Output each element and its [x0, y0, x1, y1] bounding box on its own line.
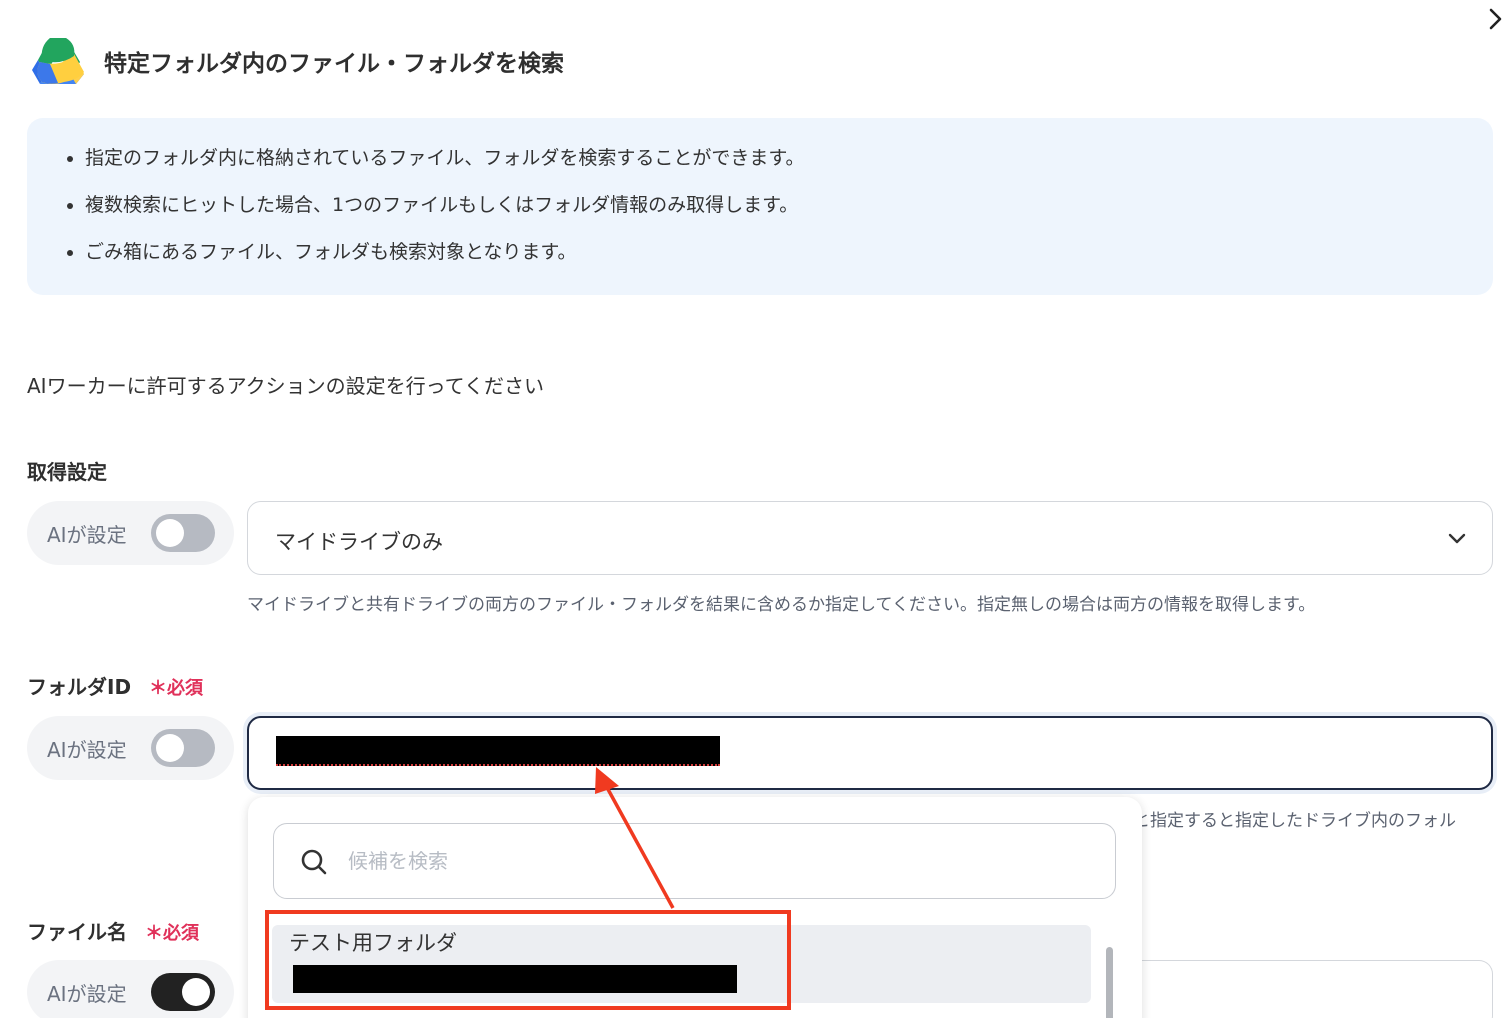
file-name-ai-toggle[interactable] — [151, 973, 215, 1011]
folder-id-ai-toggle[interactable] — [151, 729, 215, 767]
spellcheck-underline — [276, 764, 720, 766]
toggle-knob — [156, 519, 184, 547]
required-badge: ＊必須 — [149, 678, 204, 699]
folder-id-ai-toggle-pill: AIが設定 — [27, 716, 234, 780]
dropdown-scrollbar[interactable] — [1106, 947, 1113, 1018]
info-item: 指定のフォルダ内に格納されているファイル、フォルダを検索することができます。 — [85, 146, 805, 193]
info-item: 複数検索にヒットした場合、1つのファイルもしくはフォルダ情報のみ取得します。 — [85, 193, 805, 240]
acquisition-label: 取得設定 — [27, 460, 107, 484]
dropdown-search — [273, 823, 1116, 899]
file-name-ai-toggle-pill: AIが設定 — [27, 960, 234, 1018]
info-item: ごみ箱にあるファイル、フォルダも検索対象となります。 — [85, 240, 805, 287]
info-box: 指定のフォルダ内に格納されているファイル、フォルダを検索することができます。 複… — [27, 118, 1493, 295]
file-name-label: ファイル名 ＊必須 — [27, 920, 199, 944]
google-drive-logo — [30, 34, 86, 86]
page-title: 特定フォルダ内のファイル・フォルダを検索 — [104, 51, 564, 77]
acquisition-select[interactable]: マイドライブのみ — [247, 501, 1493, 575]
folder-id-help-text: と指定すると指定したドライブ内のフォル — [1133, 811, 1456, 831]
ai-toggle-label: AIが設定 — [47, 982, 127, 1006]
folder-id-label: フォルダID ＊必須 — [27, 675, 204, 699]
ai-toggle-label: AIが設定 — [47, 523, 127, 547]
acquisition-help-text: マイドライブと共有ドライブの両方のファイル・フォルダを結果に含めるか指定してくだ… — [247, 595, 1316, 615]
ai-toggle-label: AIが設定 — [47, 738, 127, 762]
search-icon — [301, 849, 327, 875]
info-list: 指定のフォルダ内に格納されているファイル、フォルダを検索することができます。 複… — [85, 146, 805, 287]
acquisition-ai-toggle[interactable] — [151, 514, 215, 552]
acquisition-selected-value: マイドライブのみ — [275, 530, 443, 554]
toggle-knob — [156, 734, 184, 762]
dropdown-search-input[interactable] — [348, 844, 1048, 878]
chevron-down-icon — [1448, 533, 1466, 544]
folder-id-input[interactable] — [247, 716, 1493, 790]
acquisition-ai-toggle-pill: AIが設定 — [27, 501, 234, 565]
redacted-value — [276, 736, 720, 766]
intro-text: AIワーカーに許可するアクションの設定を行ってください — [27, 374, 544, 398]
toggle-knob — [182, 978, 210, 1006]
annotation-highlight-box — [265, 910, 791, 1010]
required-badge: ＊必須 — [145, 923, 199, 944]
chevron-right-icon — [1489, 8, 1502, 30]
close-button[interactable] — [1484, 4, 1502, 34]
file-name-input[interactable] — [1120, 960, 1493, 1018]
